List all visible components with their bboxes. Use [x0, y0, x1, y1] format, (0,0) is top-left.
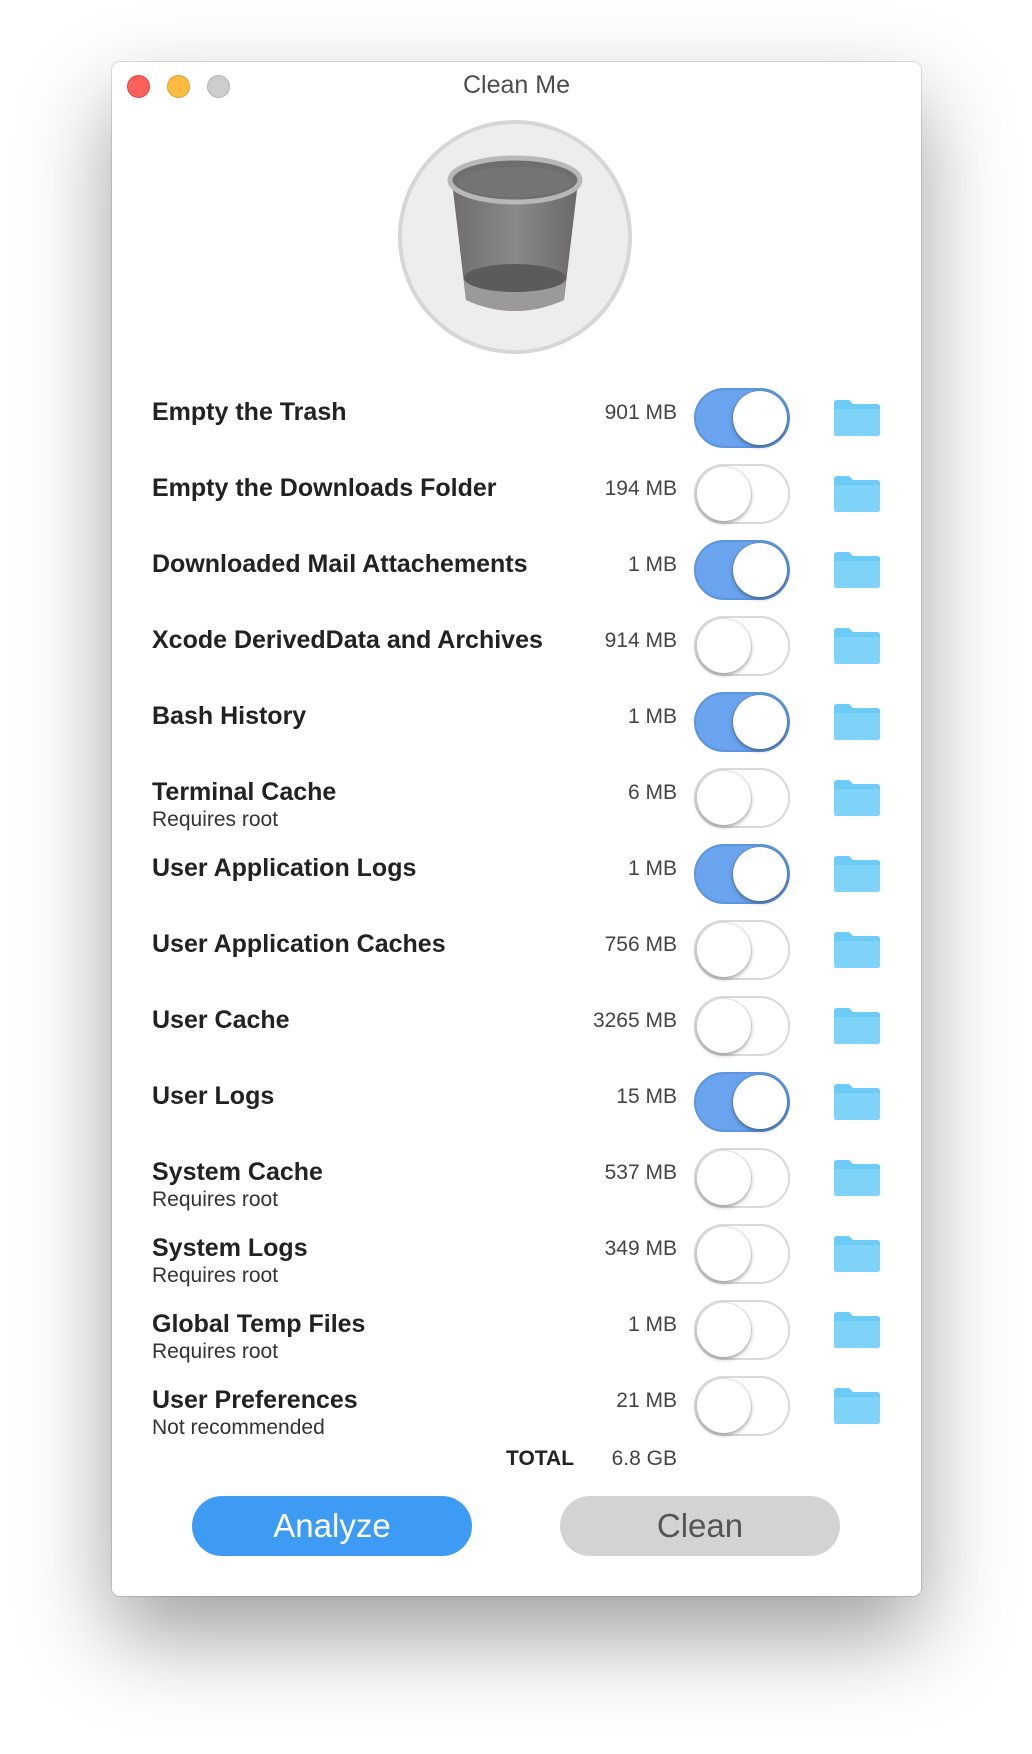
- item-size: 756 MB: [604, 933, 677, 956]
- list-item: System Logs Requires root 349 MB: [112, 1224, 921, 1300]
- item-toggle[interactable]: [694, 920, 790, 980]
- window-content: Clean Me Empty the Trash 901 MB Empty the …: [112, 62, 921, 1596]
- folder-icon[interactable]: [834, 476, 880, 512]
- toggle-knob: [697, 1151, 751, 1205]
- toggle-knob: [697, 1379, 751, 1433]
- toggle-knob: [697, 467, 751, 521]
- list-item: User Preferences Not recommended 21 MB: [112, 1376, 921, 1452]
- list-item: User Cache 3265 MB: [112, 996, 921, 1072]
- folder-icon[interactable]: [834, 1388, 880, 1424]
- list-item: Global Temp Files Requires root 1 MB: [112, 1300, 921, 1376]
- toggle-knob: [733, 391, 787, 445]
- window-title: Clean Me: [463, 71, 570, 99]
- toggle-knob: [697, 1303, 751, 1357]
- list-item: Xcode DerivedData and Archives 914 MB: [112, 616, 921, 692]
- item-toggle[interactable]: [694, 1376, 790, 1436]
- folder-icon[interactable]: [834, 1084, 880, 1120]
- item-toggle[interactable]: [694, 768, 790, 828]
- list-item: Downloaded Mail Attachements 1 MB: [112, 540, 921, 616]
- total-label: TOTAL: [506, 1447, 575, 1470]
- folder-icon[interactable]: [834, 1312, 880, 1348]
- item-sublabel: Requires root: [152, 808, 279, 831]
- toggle-knob: [733, 695, 787, 749]
- app-window: Clean Me Empty the Trash 901 MB Empty the …: [112, 62, 921, 1596]
- item-size: 1 MB: [627, 705, 677, 728]
- trash-can-graphic: [447, 155, 583, 311]
- item-label: User Application Logs: [152, 854, 417, 882]
- item-label: Terminal Cache: [152, 778, 337, 806]
- item-size: 15 MB: [616, 1085, 677, 1108]
- item-size: 914 MB: [604, 629, 677, 652]
- item-label: User Logs: [152, 1082, 275, 1110]
- item-toggle[interactable]: [694, 844, 790, 904]
- folder-icon[interactable]: [834, 932, 880, 968]
- total-value: 6.8 GB: [611, 1447, 677, 1470]
- item-size: 901 MB: [604, 401, 677, 424]
- item-toggle[interactable]: [694, 1072, 790, 1132]
- item-toggle[interactable]: [694, 1224, 790, 1284]
- item-size: 1 MB: [627, 1313, 677, 1336]
- item-toggle[interactable]: [694, 692, 790, 752]
- item-label: Bash History: [152, 702, 307, 730]
- list-item: Terminal Cache Requires root 6 MB: [112, 768, 921, 844]
- item-label: System Logs: [152, 1234, 308, 1262]
- item-sublabel: Requires root: [152, 1188, 279, 1211]
- item-label: Xcode DerivedData and Archives: [152, 626, 543, 654]
- item-sublabel: Requires root: [152, 1340, 279, 1363]
- item-sublabel: Not recommended: [152, 1416, 325, 1439]
- toggle-knob: [697, 771, 751, 825]
- item-size: 1 MB: [627, 857, 677, 880]
- item-label: User Preferences: [152, 1386, 358, 1414]
- title-bar[interactable]: Clean Me: [112, 62, 921, 110]
- item-label: Empty the Downloads Folder: [152, 474, 497, 502]
- item-label: Global Temp Files: [152, 1310, 366, 1338]
- toggle-knob: [697, 1227, 751, 1281]
- trash-can-icon: [398, 120, 632, 354]
- folder-icon[interactable]: [834, 780, 880, 816]
- item-label: Downloaded Mail Attachements: [152, 550, 528, 578]
- item-size: 3265 MB: [592, 1009, 677, 1032]
- analyze-button[interactable]: Analyze: [192, 1496, 472, 1556]
- folder-icon[interactable]: [834, 400, 880, 436]
- folder-icon[interactable]: [834, 628, 880, 664]
- item-size: 349 MB: [604, 1237, 677, 1260]
- list-item: Empty the Trash 901 MB: [112, 388, 921, 464]
- item-label: User Cache: [152, 1006, 290, 1034]
- toggle-knob: [697, 923, 751, 977]
- list-item: Bash History 1 MB: [112, 692, 921, 768]
- item-size: 1 MB: [627, 553, 677, 576]
- item-label: User Application Caches: [152, 930, 446, 958]
- item-toggle[interactable]: [694, 1300, 790, 1360]
- folder-icon[interactable]: [834, 1236, 880, 1272]
- item-size: 21 MB: [616, 1389, 677, 1412]
- item-sublabel: Requires root: [152, 1264, 279, 1287]
- item-size: 6 MB: [627, 781, 677, 804]
- item-toggle[interactable]: [694, 616, 790, 676]
- item-toggle[interactable]: [694, 464, 790, 524]
- item-toggle[interactable]: [694, 996, 790, 1056]
- item-toggle[interactable]: [694, 1148, 790, 1208]
- folder-icon[interactable]: [834, 856, 880, 892]
- toggle-knob: [733, 543, 787, 597]
- clean-button[interactable]: Clean: [560, 1496, 840, 1556]
- list-item: Empty the Downloads Folder 194 MB: [112, 464, 921, 540]
- folder-icon[interactable]: [834, 1160, 880, 1196]
- toggle-knob: [697, 619, 751, 673]
- toggle-knob: [733, 1075, 787, 1129]
- list-item: System Cache Requires root 537 MB: [112, 1148, 921, 1224]
- toggle-knob: [697, 999, 751, 1053]
- toggle-knob: [733, 847, 787, 901]
- item-size: 194 MB: [604, 477, 677, 500]
- list-item: User Application Caches 756 MB: [112, 920, 921, 996]
- item-label: System Cache: [152, 1158, 323, 1186]
- item-toggle[interactable]: [694, 388, 790, 448]
- folder-icon[interactable]: [834, 552, 880, 588]
- folder-icon[interactable]: [834, 704, 880, 740]
- item-label: Empty the Trash: [152, 398, 347, 426]
- item-toggle[interactable]: [694, 540, 790, 600]
- item-size: 537 MB: [604, 1161, 677, 1184]
- list-item: User Application Logs 1 MB: [112, 844, 921, 920]
- list-item: User Logs 15 MB: [112, 1072, 921, 1148]
- folder-icon[interactable]: [834, 1008, 880, 1044]
